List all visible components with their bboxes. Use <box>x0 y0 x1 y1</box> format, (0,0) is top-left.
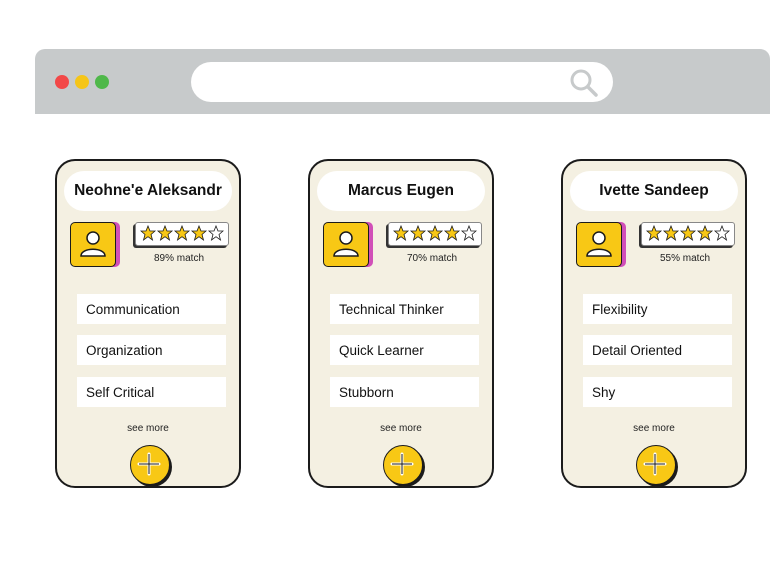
see-more-link[interactable]: see more <box>57 423 239 434</box>
candidate-name: Neohne'e Aleksandr <box>64 171 232 211</box>
maximize-dot[interactable] <box>95 75 109 89</box>
minimize-dot[interactable] <box>75 75 89 89</box>
star-icon <box>443 225 461 241</box>
star-empty-icon <box>207 225 224 241</box>
star-icon <box>679 225 697 241</box>
candidate-name: Marcus Eugen <box>317 171 485 211</box>
trait-item: Stubborn <box>330 377 479 407</box>
browser-toolbar <box>35 49 770 114</box>
avatar-icon <box>576 222 622 267</box>
match-percent: 55% match <box>659 253 711 264</box>
star-icon <box>173 225 191 241</box>
star-rating <box>388 222 482 246</box>
star-icon <box>662 225 680 241</box>
close-dot[interactable] <box>55 75 69 89</box>
trait-item: Detail Oriented <box>583 335 732 365</box>
star-icon <box>409 225 427 241</box>
add-candidate-button[interactable] <box>130 445 170 485</box>
plus-icon <box>643 452 667 476</box>
trait-item: Communication <box>77 294 226 324</box>
star-icon <box>646 225 663 241</box>
star-icon <box>190 225 208 241</box>
add-candidate-button[interactable] <box>636 445 676 485</box>
trait-item: Organization <box>77 335 226 365</box>
avatar-icon <box>323 222 369 267</box>
plus-icon <box>137 452 161 476</box>
candidate-card: Ivette Sandeep 55% match Flexibility Det… <box>561 159 747 488</box>
star-icon <box>696 225 714 241</box>
search-icon[interactable] <box>569 68 599 98</box>
plus-icon <box>390 452 414 476</box>
star-rating <box>641 222 735 246</box>
address-bar[interactable] <box>191 62 613 102</box>
trait-item: Self Critical <box>77 377 226 407</box>
see-more-link[interactable]: see more <box>310 423 492 434</box>
see-more-link[interactable]: see more <box>563 423 745 434</box>
star-icon <box>156 225 174 241</box>
match-percent: 70% match <box>406 253 458 264</box>
star-empty-icon <box>460 225 477 241</box>
star-empty-icon <box>713 225 730 241</box>
candidate-card: Neohne'e Aleksandr 89% match Communicati… <box>55 159 241 488</box>
trait-item: Shy <box>583 377 732 407</box>
star-rating <box>135 222 229 246</box>
candidate-card: Marcus Eugen 70% match Technical Thinker… <box>308 159 494 488</box>
star-icon <box>393 225 410 241</box>
trait-item: Quick Learner <box>330 335 479 365</box>
star-icon <box>426 225 444 241</box>
star-icon <box>140 225 157 241</box>
avatar-icon <box>70 222 116 267</box>
trait-item: Flexibility <box>583 294 732 324</box>
candidate-name: Ivette Sandeep <box>570 171 738 211</box>
add-candidate-button[interactable] <box>383 445 423 485</box>
match-percent: 89% match <box>153 253 205 264</box>
trait-item: Technical Thinker <box>330 294 479 324</box>
